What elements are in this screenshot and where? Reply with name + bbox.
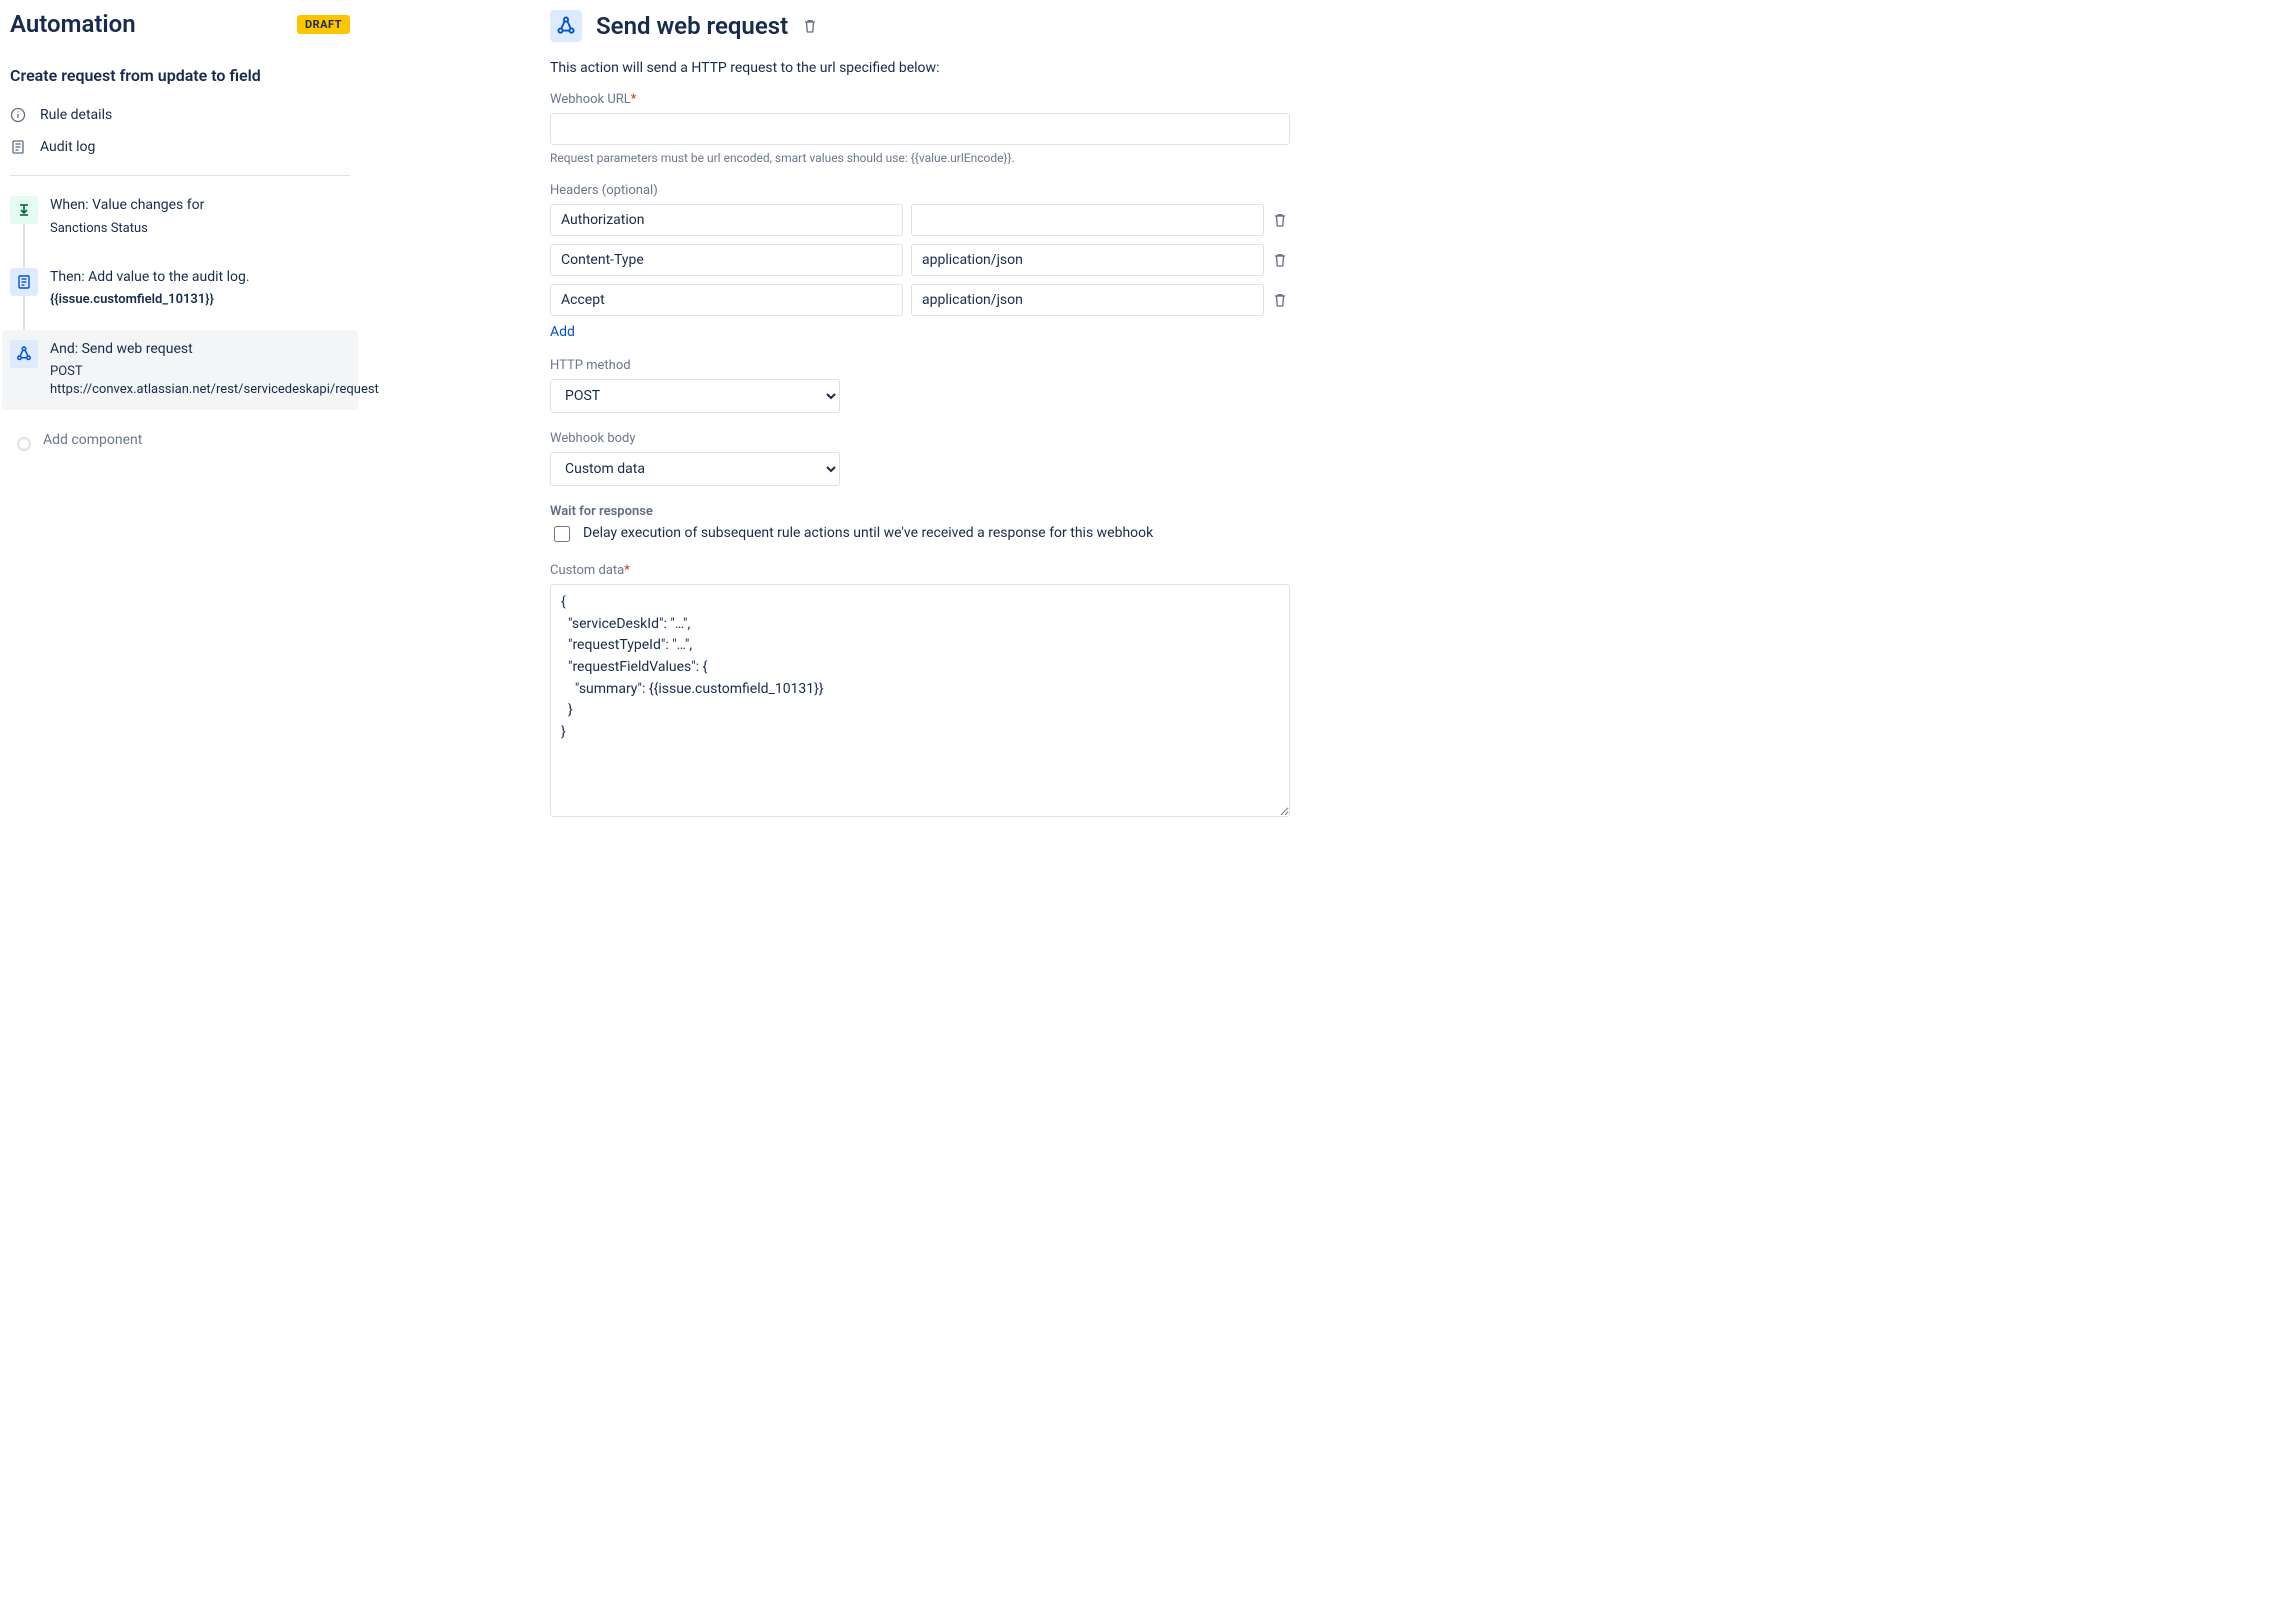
step-detail: {{issue.customfield_10131}} bbox=[50, 291, 350, 309]
rule-name: Create request from update to field bbox=[10, 66, 350, 85]
header-name-input[interactable] bbox=[550, 284, 903, 316]
webhook-icon bbox=[10, 340, 38, 368]
step-url: https://convex.atlassian.net/rest/servic… bbox=[50, 381, 379, 399]
step-action-audit-log[interactable]: Then: Add value to the audit log. {{issu… bbox=[10, 268, 350, 340]
add-header-button[interactable]: Add bbox=[550, 324, 575, 340]
wait-response-label: Wait for response bbox=[550, 504, 1290, 519]
step-detail: Sanctions Status bbox=[50, 220, 350, 238]
info-icon bbox=[10, 107, 26, 123]
rule-sidebar: Automation DRAFT Create request from upd… bbox=[10, 10, 350, 839]
nav-audit-log[interactable]: Audit log bbox=[10, 131, 350, 163]
nav-label: Rule details bbox=[40, 107, 112, 123]
divider bbox=[10, 175, 350, 176]
webhook-body-label: Webhook body bbox=[550, 431, 1290, 446]
delete-header-button[interactable] bbox=[1272, 252, 1290, 268]
panel-intro: This action will send a HTTP request to … bbox=[550, 60, 1290, 76]
header-value-input[interactable] bbox=[911, 284, 1264, 316]
add-circle-icon bbox=[17, 437, 31, 451]
header-row bbox=[550, 204, 1290, 236]
step-method: POST bbox=[50, 363, 379, 381]
webhook-url-input[interactable] bbox=[550, 113, 1290, 145]
webhook-icon bbox=[550, 10, 582, 42]
delete-header-button[interactable] bbox=[1272, 292, 1290, 308]
header-row bbox=[550, 284, 1290, 316]
step-trigger[interactable]: When: Value changes for Sanctions Status bbox=[10, 196, 350, 268]
add-component-label: Add component bbox=[43, 432, 142, 448]
webhook-body-select[interactable]: Custom data bbox=[550, 452, 840, 486]
page-title: Automation bbox=[10, 10, 136, 38]
log-icon bbox=[10, 139, 26, 155]
webhook-url-label: Webhook URL* bbox=[550, 92, 1290, 107]
delay-checkbox[interactable] bbox=[554, 526, 570, 542]
nav-rule-details[interactable]: Rule details bbox=[10, 99, 350, 131]
panel-title: Send web request bbox=[596, 12, 788, 40]
delete-header-button[interactable] bbox=[1272, 212, 1290, 228]
custom-data-label: Custom data* bbox=[550, 563, 1290, 578]
header-value-input[interactable] bbox=[911, 204, 1264, 236]
config-panel: Send web request This action will send a… bbox=[550, 10, 1290, 839]
nav-label: Audit log bbox=[40, 139, 95, 155]
header-value-input[interactable] bbox=[911, 244, 1264, 276]
header-name-input[interactable] bbox=[550, 244, 903, 276]
step-title: Then: Add value to the audit log. bbox=[50, 268, 350, 288]
delay-label: Delay execution of subsequent rule actio… bbox=[583, 525, 1153, 541]
http-method-select[interactable]: POST bbox=[550, 379, 840, 413]
custom-data-textarea[interactable] bbox=[550, 584, 1290, 817]
step-title: When: Value changes for bbox=[50, 196, 350, 216]
log-action-icon bbox=[10, 268, 38, 296]
webhook-url-help: Request parameters must be url encoded, … bbox=[550, 151, 1290, 165]
http-method-label: HTTP method bbox=[550, 358, 1290, 373]
trigger-icon bbox=[10, 196, 38, 224]
step-action-webhook[interactable]: And: Send web request POST https://conve… bbox=[2, 330, 358, 410]
header-name-input[interactable] bbox=[550, 204, 903, 236]
delete-action-button[interactable] bbox=[802, 18, 818, 34]
status-badge: DRAFT bbox=[297, 15, 350, 34]
header-row bbox=[550, 244, 1290, 276]
add-component-button[interactable]: Add component bbox=[10, 430, 350, 451]
step-title: And: Send web request bbox=[50, 340, 379, 360]
headers-label: Headers (optional) bbox=[550, 183, 1290, 198]
